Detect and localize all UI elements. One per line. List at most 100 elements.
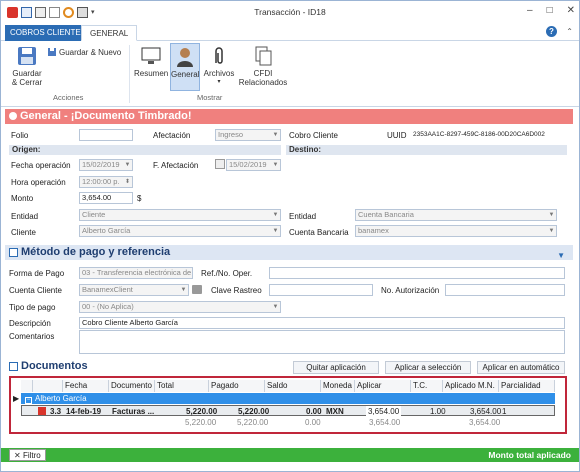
group-collapse-icon[interactable]: − (25, 397, 32, 404)
destino-header: Destino: (286, 145, 567, 155)
column-header[interactable]: T.C. (411, 380, 443, 392)
comentarios-field[interactable] (79, 330, 565, 354)
row-parcialidad: 1 (502, 407, 507, 416)
descripcion-field[interactable]: Cobro Cliente Alberto García (79, 317, 565, 329)
aplicar-seleccion-button[interactable]: Aplicar a selección (385, 361, 471, 374)
spinner-icon: ⬍ (124, 179, 131, 185)
chevron-down-icon: ▼ (124, 162, 131, 168)
collapse-icon[interactable]: ▼ (557, 248, 565, 263)
total-pagado: 5,220.00 (237, 418, 269, 427)
tab-general[interactable]: GENERAL (81, 25, 138, 41)
metodo-pago-header[interactable]: Método de pago y referencia ▼ (5, 245, 573, 260)
column-header[interactable]: Aplicado M.N. (443, 380, 499, 392)
forma-pago-select[interactable]: 03 - Transferencia electrónica de (79, 267, 193, 279)
close-icon[interactable]: ✕ (567, 5, 575, 16)
title-bar: ▾ Transacción - ID18 – □ ✕ (1, 1, 579, 23)
save-new-icon (48, 48, 56, 56)
cobro-cliente-label: Cobro Cliente (289, 131, 338, 140)
column-header[interactable]: Parcialidad (499, 380, 555, 392)
card-icon[interactable] (192, 285, 202, 294)
cuenta-bancaria-label: Cuenta Bancaria (289, 228, 349, 237)
save-close-icon (18, 47, 36, 65)
quitar-aplicacion-button[interactable]: Quitar aplicación (293, 361, 379, 374)
documents-icon (255, 46, 272, 66)
documentos-grid: Fecha Documento Total Pagado Saldo Moned… (9, 376, 567, 434)
window-controls: – □ ✕ (527, 5, 575, 16)
status-dot-icon (9, 112, 17, 120)
folio-label: Folio (11, 131, 29, 140)
column-header[interactable]: Documento (109, 380, 155, 392)
bottom-strip (1, 462, 579, 471)
maximize-icon[interactable]: □ (547, 5, 553, 16)
monto-label: Monto (11, 194, 34, 203)
ribbon-collapse-icon[interactable]: ⌃ (566, 27, 573, 36)
folio-field[interactable] (79, 129, 133, 141)
mostrar-group-label: Mostrar (197, 93, 223, 102)
chevron-down-icon: ▼ (548, 212, 555, 218)
group-row[interactable]: − Alberto García (21, 393, 555, 404)
cuenta-bancaria-select[interactable]: banamex ▼ (355, 225, 557, 237)
cuenta-cliente-select[interactable]: BanamexClient ▼ (79, 284, 189, 296)
table-row[interactable]: 3.3 14-feb-19 Facturas ... 5,220.00 5,22… (21, 405, 555, 417)
no-autorizacion-label: No. Autorización (381, 286, 440, 295)
entidad-label: Entidad (11, 212, 39, 221)
filtro-button[interactable]: ✕ Filtro (9, 449, 46, 461)
fecha-operacion-field[interactable]: 15/02/2019 ▼ (79, 159, 133, 171)
column-header[interactable]: Total (155, 380, 209, 392)
cfdi-relacionados-button[interactable]: CFDI Relacionados (237, 45, 289, 87)
hora-operacion-field[interactable]: 12:00:00 p. ⬍ (79, 176, 133, 188)
row-saldo: 0.00 (306, 407, 322, 416)
f-afectacion-checkbox[interactable] (215, 159, 225, 169)
help-icon[interactable]: ? (546, 26, 557, 37)
general-button[interactable]: General (170, 43, 200, 91)
chevron-down-icon: ▼ (272, 162, 279, 168)
hora-operacion-label: Hora operación (11, 178, 66, 187)
column-header[interactable]: Saldo (265, 380, 321, 392)
clave-rastreo-field[interactable] (269, 284, 373, 296)
no-autorizacion-field[interactable] (445, 284, 565, 296)
row-aplicar[interactable]: 3,654.00 (366, 406, 402, 417)
row-fecha: 14-feb-19 (66, 407, 102, 416)
aplicar-automatico-button[interactable]: Aplicar en automático (477, 361, 565, 374)
cliente-label: Cliente (11, 228, 36, 237)
status-header: General - ¡Documento Timbrado! (5, 109, 573, 124)
window-title: Transacción - ID18 (254, 7, 326, 17)
row-pagado: 5,220.00 (238, 407, 270, 416)
guardar-cerrar-button[interactable]: Guardar & Cerrar (9, 45, 45, 87)
resumen-button[interactable]: Resumen (134, 45, 168, 78)
tipo-pago-label: Tipo de pago (9, 303, 56, 312)
descripcion-label: Descripción (9, 319, 51, 328)
tab-cobros-cliente[interactable]: COBROS CLIENTE (5, 25, 86, 41)
tipo-pago-select[interactable]: 00 - (No Aplica) ▼ (79, 301, 281, 313)
column-header[interactable]: Pagado (209, 380, 265, 392)
grid-header-blank (21, 380, 33, 392)
column-header[interactable]: Aplicar (355, 380, 411, 392)
total-saldo: 0.00 (305, 418, 321, 427)
fecha-operacion-label: Fecha operación (11, 161, 71, 170)
uuid-label: UUID (387, 131, 407, 140)
monitor-icon (141, 47, 161, 64)
f-afectacion-field[interactable]: 15/02/2019 ▼ (226, 159, 281, 171)
ribbon-separator (129, 45, 130, 103)
ref-field[interactable] (269, 267, 565, 279)
paperclip-icon (215, 47, 223, 64)
grid-header-check (33, 380, 63, 392)
monto-total-label: Monto total aplicado (488, 450, 571, 460)
total-aplicado-mn: 3,654.00 (469, 418, 501, 427)
column-header[interactable]: Moneda (321, 380, 355, 392)
cuenta-cliente-label: Cuenta Cliente (9, 286, 62, 295)
ref-label: Ref./No. Oper. (201, 269, 253, 278)
comentarios-label: Comentarios (9, 332, 55, 341)
minimize-icon[interactable]: – (527, 5, 533, 16)
monto-field[interactable]: 3,654.00 (79, 192, 133, 204)
entidad-destino-select[interactable]: Cuenta Bancaria ▼ (355, 209, 557, 221)
row-indicator-icon: ▶ (13, 394, 20, 403)
entidad-select[interactable]: Cliente ▼ (79, 209, 281, 221)
column-header[interactable]: Fecha (63, 380, 109, 392)
archivos-button[interactable]: Archivos ▾ (203, 45, 235, 87)
guardar-nuevo-button[interactable]: Guardar & Nuevo (47, 47, 121, 57)
totals-row: 5,220.00 5,220.00 0.00 3,654.00 3,654.00 (21, 417, 555, 428)
cliente-select[interactable]: Alberto García ▼ (79, 225, 281, 237)
afectacion-select[interactable]: Ingreso ▼ (215, 129, 281, 141)
ribbon-tabs: COBROS CLIENTE GENERAL ? ⌃ (1, 23, 579, 41)
